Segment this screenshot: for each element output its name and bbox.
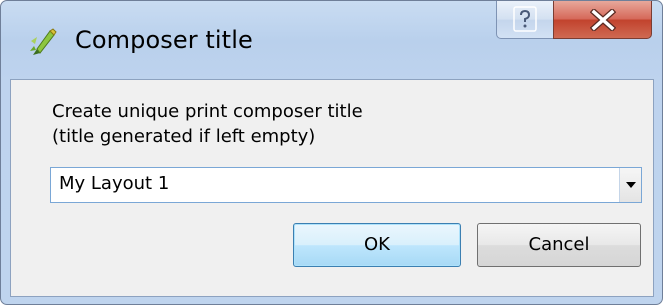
title-bar[interactable]: Composer title xyxy=(1,1,662,79)
prompt-text: Create unique print composer title (titl… xyxy=(52,99,363,149)
prompt-line-1: Create unique print composer title xyxy=(52,101,363,122)
combo-dropdown-button[interactable] xyxy=(619,168,641,202)
window-title: Composer title xyxy=(75,26,253,54)
title-combo-box[interactable]: My Layout 1 xyxy=(50,167,642,203)
ok-button[interactable]: OK xyxy=(293,223,461,267)
dialog-body: Create unique print composer title (titl… xyxy=(10,79,654,297)
cancel-button[interactable]: Cancel xyxy=(477,223,641,267)
help-button[interactable] xyxy=(496,1,554,39)
close-button[interactable] xyxy=(553,1,652,39)
title-input[interactable]: My Layout 1 xyxy=(59,173,169,194)
prompt-line-2: (title generated if left empty) xyxy=(52,126,316,147)
qgis-composer-icon xyxy=(28,27,58,59)
dialog-window: Composer title Create unique print compo… xyxy=(0,0,663,305)
